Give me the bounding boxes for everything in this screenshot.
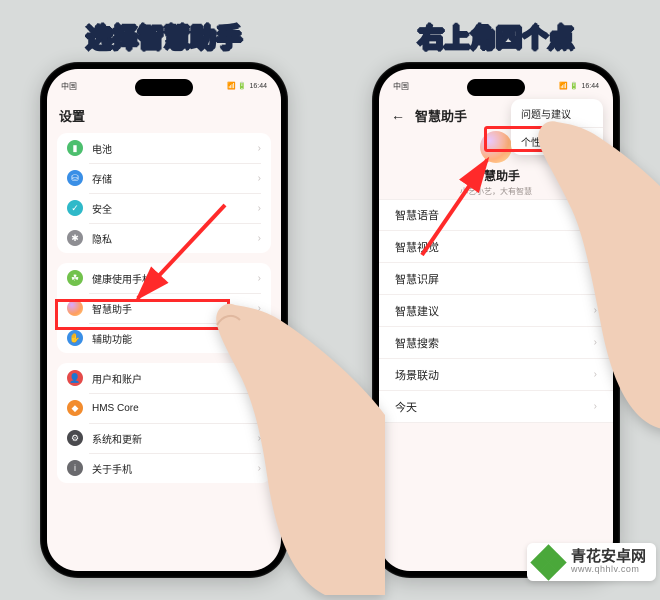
back-icon[interactable]: ←: [391, 107, 405, 123]
chevron-right-icon: ›: [258, 203, 261, 214]
row-label: 安全: [92, 201, 112, 216]
page-title: 设置: [59, 106, 85, 125]
row-storage[interactable]: ⛁ 存储 ›: [57, 163, 271, 193]
finger-pointer: [532, 110, 660, 435]
camera-cutout: [135, 79, 193, 96]
watermark-title: 青花安卓网: [571, 549, 646, 566]
accessibility-icon: ✋: [67, 330, 83, 346]
clock: 16:44: [249, 83, 267, 90]
user-icon: 👤: [67, 370, 83, 386]
row-label: 隐私: [92, 231, 112, 246]
row-label: 今天: [395, 399, 417, 415]
caption-right: 右上角四个点: [418, 18, 574, 55]
clock: 16:44: [581, 83, 599, 90]
row-label: 辅助功能: [92, 331, 132, 346]
row-label: 智慧视觉: [395, 239, 439, 255]
row-label: 系统和更新: [92, 431, 142, 446]
row-battery[interactable]: ▮ 电池 ›: [57, 133, 271, 163]
row-label: 智慧建议: [395, 303, 439, 319]
hero-subtitle: 小艺小艺，大有智慧: [460, 186, 532, 197]
health-icon: ☘: [67, 270, 83, 286]
assistant-icon: [67, 300, 83, 316]
row-security[interactable]: ✓ 安全 ›: [57, 193, 271, 223]
gear-icon: ⚙: [67, 430, 83, 446]
camera-cutout: [467, 79, 525, 96]
settings-group: ▮ 电池 › ⛁ 存储 › ✓ 安全 › ✱: [57, 133, 271, 253]
left-panel: 选择智慧助手 中国 📶 🔋 16:44 设置 ▮ 电池 ›: [0, 0, 328, 585]
assistant-orb-icon: [480, 131, 512, 163]
chevron-right-icon: ›: [258, 173, 261, 184]
row-label: 智慧助手: [92, 301, 132, 316]
row-label: 电池: [92, 141, 112, 156]
row-digital-balance[interactable]: ☘ 健康使用手机 ›: [57, 263, 271, 293]
row-label: HMS Core: [92, 403, 139, 414]
watermark-logo-icon: [533, 547, 563, 577]
title-bar: 设置: [47, 101, 281, 129]
hms-icon: ◆: [67, 400, 83, 416]
status-icons: 📶 🔋: [559, 82, 578, 90]
row-label: 智慧语音: [395, 207, 439, 223]
watermark-url: www.qhhlv.com: [571, 565, 646, 575]
hero-title: 智慧助手: [472, 167, 520, 184]
row-label: 健康使用手机: [92, 271, 152, 286]
carrier-label: 中国: [393, 81, 409, 92]
row-label: 智慧搜索: [395, 335, 439, 351]
lock-icon: ✱: [67, 230, 83, 246]
storage-icon: ⛁: [67, 170, 83, 186]
info-icon: i: [67, 460, 83, 476]
status-icons: 📶 🔋: [227, 82, 246, 90]
caption-left: 选择智慧助手: [86, 18, 242, 55]
chevron-right-icon: ›: [258, 273, 261, 284]
page-title: 智慧助手: [415, 106, 467, 125]
finger-pointer: [205, 295, 385, 600]
row-label: 场景联动: [395, 367, 439, 383]
row-label: 用户和账户: [92, 371, 142, 386]
watermark: 青花安卓网 www.qhhlv.com: [527, 543, 656, 581]
battery-icon: ▮: [67, 140, 83, 156]
chevron-right-icon: ›: [258, 143, 261, 154]
shield-icon: ✓: [67, 200, 83, 216]
carrier-label: 中国: [61, 81, 77, 92]
chevron-right-icon: ›: [258, 233, 261, 244]
row-label: 存储: [92, 171, 112, 186]
row-label: 智慧识屏: [395, 271, 439, 287]
row-privacy[interactable]: ✱ 隐私 ›: [57, 223, 271, 253]
row-label: 关于手机: [92, 461, 132, 476]
